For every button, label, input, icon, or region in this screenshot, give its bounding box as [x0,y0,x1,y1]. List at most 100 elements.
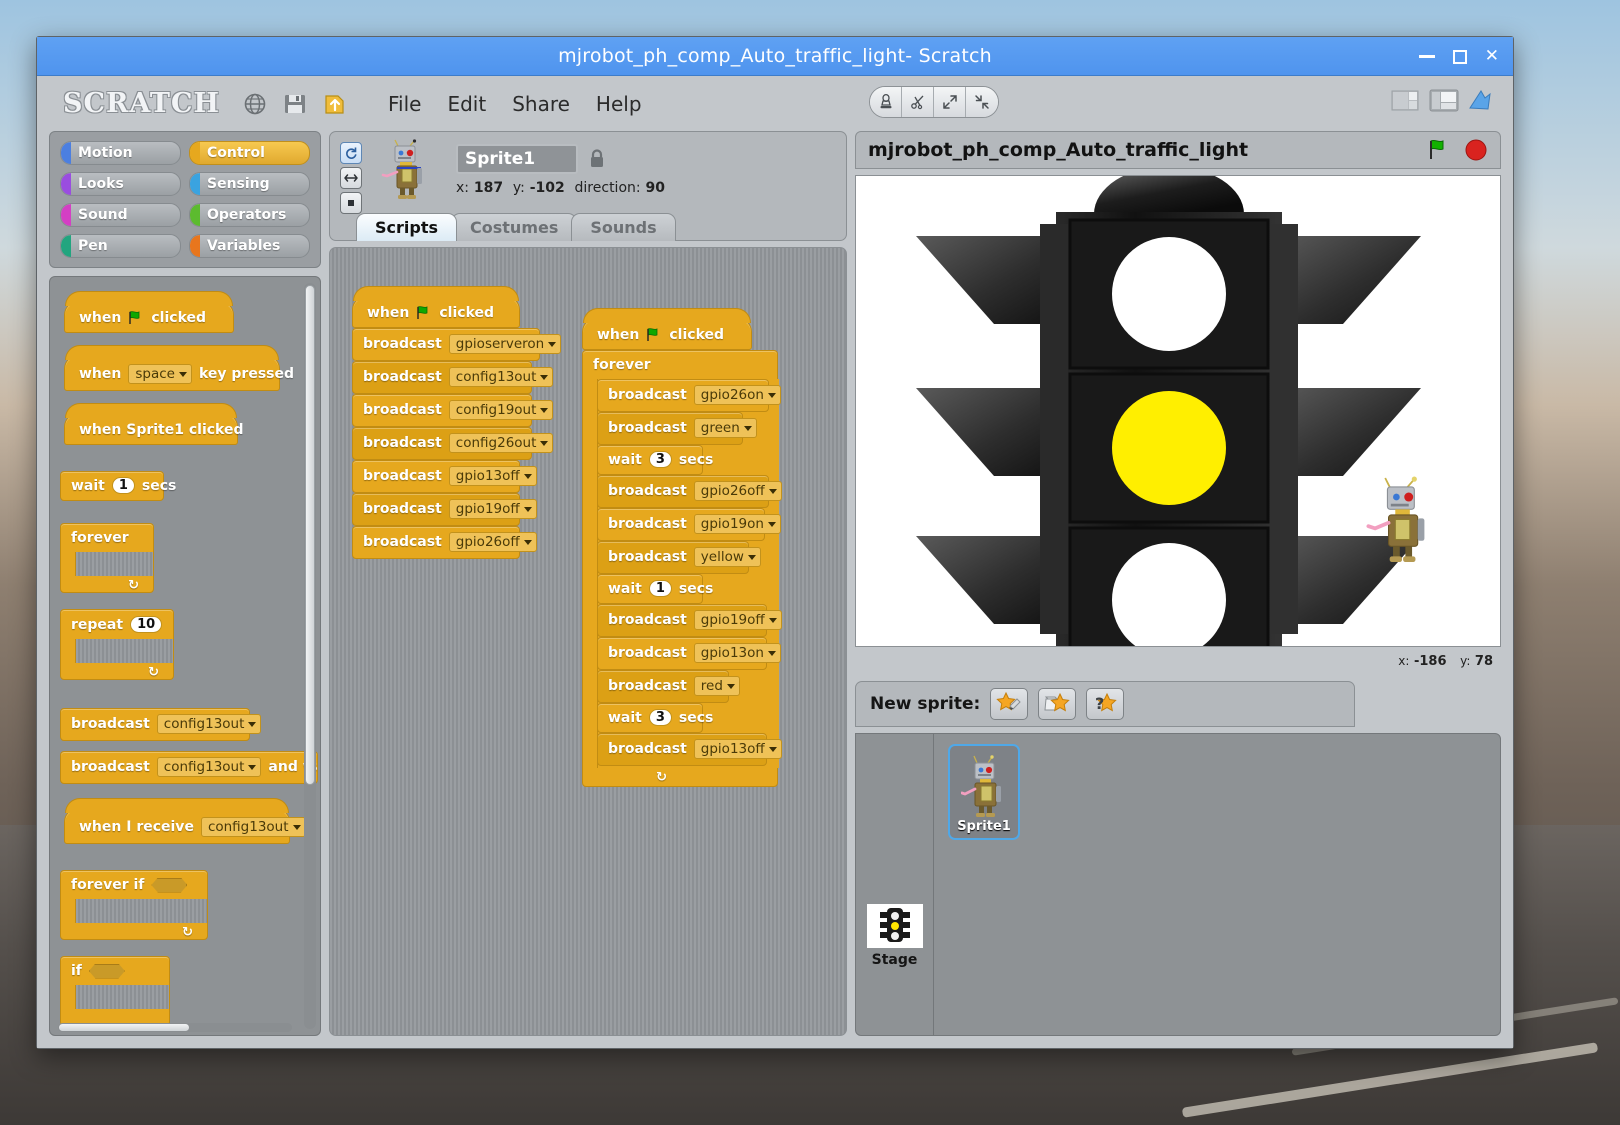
block-broadcast-config26out[interactable]: broadcast config26out [352,427,532,460]
wait-seconds-input[interactable]: 3 [649,451,672,468]
tab-sounds[interactable]: Sounds [571,213,675,241]
block-broadcast-green[interactable]: broadcast green [597,412,743,445]
script-stack-init[interactable]: when clicked broadcast gpioserveron [352,296,540,559]
block-broadcast-gpio13on[interactable]: broadcast gpio13on [597,637,767,670]
block-wait-3-secs[interactable]: wait 3 secs [597,445,703,475]
broadcast-message-dropdown[interactable]: gpio26on [694,385,781,405]
category-variables[interactable]: Variables [189,234,310,258]
block-broadcast-gpio19on[interactable]: broadcast gpio19on [597,508,765,541]
script-stack-loop[interactable]: when clicked forever [582,318,778,787]
block-wait-3-secs-2[interactable]: wait 3 secs [597,703,703,733]
category-motion[interactable]: Motion [60,141,181,165]
palette-block-repeat[interactable]: repeat 10 ↻ [60,609,174,680]
minimize-button[interactable] [1419,55,1435,58]
block-broadcast-gpio13off[interactable]: broadcast gpio13off [352,460,520,493]
wait-seconds-input[interactable]: 1 [649,580,672,597]
palette-scroll-thumb[interactable] [305,285,315,785]
stage-canvas[interactable] [855,175,1501,647]
broadcast-message-dropdown[interactable]: config13out [157,757,262,777]
broadcast-message-dropdown[interactable]: gpio13on [694,643,781,663]
category-sensing[interactable]: Sensing [189,172,310,196]
block-broadcast-red[interactable]: broadcast red [597,670,729,703]
broadcast-message-dropdown[interactable]: gpio19on [694,514,781,534]
normal-stage-layout-button[interactable] [1429,88,1459,114]
block-broadcast-config19out[interactable]: broadcast config19out [352,394,532,427]
lock-icon[interactable] [588,148,606,172]
wait-seconds-input[interactable]: 1 [112,477,135,494]
repeat-count-input[interactable]: 10 [130,616,162,633]
palette-block-broadcast-and-wait[interactable]: broadcast config13out and wait [60,751,318,784]
category-control[interactable]: Control [189,141,310,165]
block-broadcast-yellow[interactable]: broadcast yellow [597,541,749,574]
palette-vertical-scrollbar[interactable] [304,283,316,1029]
presentation-mode-button[interactable] [1467,88,1497,114]
open-sprite-file-icon[interactable] [1038,688,1076,720]
broadcast-message-dropdown[interactable]: config13out [157,714,262,734]
stamp-icon[interactable] [870,87,902,117]
block-broadcast-gpio13off[interactable]: broadcast gpio13off [597,733,767,766]
block-broadcast-gpio19off[interactable]: broadcast gpio19off [597,604,767,637]
left-right-flip-button[interactable] [340,167,362,189]
block-broadcast-gpio26off[interactable]: broadcast gpio26off [597,475,769,508]
broadcast-message-dropdown[interactable]: gpio19off [449,499,537,519]
block-palette[interactable]: when clicked when space key pressed [49,276,321,1036]
tab-scripts[interactable]: Scripts [356,213,457,241]
save-icon[interactable] [282,91,308,117]
green-flag-icon[interactable] [1428,139,1452,165]
broadcast-message-dropdown[interactable]: green [694,418,757,438]
rotate-freely-button[interactable] [340,142,362,164]
block-broadcast-gpio26on[interactable]: broadcast gpio26on [597,379,769,412]
surprise-sprite-icon[interactable]: ? [1086,688,1124,720]
category-operators[interactable]: Operators [189,203,310,227]
sprite-card-sprite1[interactable]: Sprite1 [948,744,1020,840]
broadcast-message-dropdown[interactable]: gpio19off [694,610,782,630]
broadcast-message-dropdown[interactable]: gpio26off [449,532,537,552]
stop-icon[interactable] [1464,138,1488,166]
paint-new-sprite-icon[interactable] [990,688,1028,720]
broadcast-message-dropdown[interactable]: yellow [694,547,761,567]
broadcast-message-dropdown[interactable]: config13out [449,367,554,387]
small-stage-layout-button[interactable] [1391,88,1421,114]
broadcast-message-dropdown[interactable]: gpio26off [694,481,782,501]
shrink-icon[interactable] [966,87,998,117]
broadcast-message-dropdown[interactable]: gpioserveron [449,334,561,354]
palette-block-wait-secs[interactable]: wait 1 secs [60,471,164,501]
menu-share[interactable]: Share [512,92,570,116]
broadcast-message-dropdown[interactable]: gpio13off [449,466,537,486]
category-pen[interactable]: Pen [60,234,181,258]
sprite-name-field[interactable]: Sprite1 [456,144,578,174]
palette-block-if[interactable]: if [60,956,170,1026]
stage-selector[interactable]: Stage [856,734,934,1035]
category-sound[interactable]: Sound [60,203,181,227]
tab-costumes[interactable]: Costumes [451,213,577,241]
palette-horizontal-scrollbar[interactable] [58,1023,292,1032]
block-forever[interactable]: forever broadcast gpio26on [582,350,778,787]
grow-icon[interactable] [934,87,966,117]
block-broadcast-gpio19off[interactable]: broadcast gpio19off [352,493,520,526]
menu-edit[interactable]: Edit [447,92,486,116]
scissors-icon[interactable] [902,87,934,117]
block-broadcast-gpioserveron[interactable]: broadcast gpioserveron [352,328,540,361]
scripts-canvas[interactable]: when clicked broadcast gpioserveron [329,247,847,1036]
close-button[interactable]: ✕ [1485,48,1499,65]
broadcast-message-dropdown[interactable]: config26out [449,433,554,453]
palette-block-broadcast[interactable]: broadcast config13out [60,708,250,741]
key-dropdown[interactable]: space [128,364,192,384]
no-rotation-button[interactable] [340,192,362,214]
palette-block-when-i-receive[interactable]: when I receive config13out [64,808,290,844]
palette-block-forever-if[interactable]: forever if ↻ [60,870,208,940]
broadcast-message-dropdown[interactable]: red [694,676,740,696]
block-when-flag-clicked[interactable]: when clicked [352,296,520,328]
palette-block-when-key-pressed[interactable]: when space key pressed [64,355,280,391]
block-when-flag-clicked[interactable]: when clicked [582,318,752,350]
block-broadcast-config13out[interactable]: broadcast config13out [352,361,532,394]
wait-seconds-input[interactable]: 3 [649,709,672,726]
boolean-slot[interactable] [89,964,125,979]
palette-block-when-flag-clicked[interactable]: when clicked [64,301,234,333]
palette-hscroll-thumb[interactable] [59,1024,189,1031]
block-broadcast-gpio26off[interactable]: broadcast gpio26off [352,526,520,559]
palette-block-forever[interactable]: forever ↻ [60,523,154,593]
broadcast-message-dropdown[interactable]: gpio13off [694,739,782,759]
globe-icon[interactable] [242,91,268,117]
palette-block-when-sprite-clicked[interactable]: when Sprite1 clicked [64,413,238,445]
